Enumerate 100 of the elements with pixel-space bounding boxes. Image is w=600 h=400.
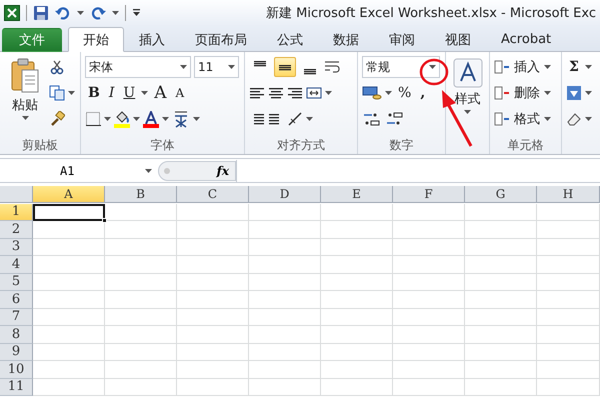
ribbon-tab[interactable]: 插入 [124, 27, 180, 52]
currency-icon[interactable] [362, 85, 382, 101]
column-header[interactable]: A [33, 186, 105, 203]
customize-toolbar-icon[interactable] [132, 8, 141, 18]
caret-icon [112, 11, 119, 15]
format-painter-icon[interactable] [49, 111, 65, 127]
save-icon[interactable] [33, 5, 49, 21]
grid-cell [465, 238, 537, 256]
grow-font-button[interactable]: A [151, 83, 170, 103]
excel-logo-icon[interactable] [4, 5, 20, 21]
column-header[interactable]: D [249, 186, 321, 203]
row-header[interactable]: 3 [0, 238, 33, 256]
grid-cell [321, 361, 393, 378]
fill-bucket-icon[interactable] [114, 110, 130, 124]
group-label: 单元格 [508, 136, 544, 154]
grid-cell [105, 378, 177, 396]
column-header[interactable]: E [321, 186, 393, 203]
grid-cell [249, 204, 321, 221]
ribbon-tab[interactable]: 审阅 [374, 27, 430, 52]
cells-menu-item[interactable]: 格式 [494, 108, 551, 130]
grid-cell [33, 238, 105, 256]
caret-icon [464, 110, 471, 114]
grid-cell [537, 378, 600, 396]
row-header[interactable]: 5 [0, 274, 33, 291]
cells-menu-item[interactable]: 删除 [494, 82, 551, 104]
ribbon-tab[interactable]: 开始 [68, 27, 124, 52]
align-center-icon[interactable] [268, 85, 284, 101]
file-tab[interactable]: 文件 [2, 28, 62, 52]
undo-icon[interactable] [55, 5, 71, 21]
scissors-icon[interactable] [49, 59, 65, 75]
ribbon-tab[interactable]: 页面布局 [180, 27, 262, 52]
grid-cell [177, 204, 249, 221]
grid-cell [177, 291, 249, 308]
paste-button[interactable]: 粘贴 [4, 56, 46, 136]
grid-cell [393, 274, 465, 291]
number-format-select[interactable]: 常规 [362, 56, 440, 78]
underline-button[interactable]: U [120, 85, 138, 101]
ribbon-tab[interactable]: Acrobat [486, 27, 566, 52]
caret-icon [584, 65, 592, 69]
row-header[interactable]: 7 [0, 308, 33, 326]
percent-button[interactable]: % [395, 85, 414, 101]
text-orientation-icon[interactable] [287, 111, 303, 127]
grid-cell [177, 238, 249, 256]
copy-icon[interactable] [49, 85, 65, 101]
grid-cell [105, 344, 177, 361]
column-header[interactable]: F [393, 186, 465, 203]
autosum-button[interactable]: Σ [566, 59, 582, 75]
insert-cells-icon[interactable] [494, 59, 510, 75]
increase-decimal-icon[interactable] [362, 111, 382, 127]
insert-function-bar[interactable]: fx [158, 160, 236, 180]
row-header[interactable]: 9 [0, 344, 33, 361]
merge-cells-icon[interactable] [306, 85, 322, 101]
grid-cell [177, 274, 249, 291]
grid-cell [537, 308, 600, 326]
column-header[interactable]: H [537, 186, 600, 203]
shrink-font-button[interactable]: A [172, 86, 188, 100]
row-header[interactable]: 8 [0, 326, 33, 344]
grid-cell [177, 308, 249, 326]
grid-cell [321, 238, 393, 256]
caret-icon [429, 65, 436, 69]
align-right-icon[interactable] [287, 85, 303, 101]
align-left-icon[interactable] [249, 85, 265, 101]
italic-button[interactable]: I [106, 85, 118, 101]
decrease-decimal-icon[interactable] [385, 111, 405, 127]
delete-cells-icon[interactable] [494, 85, 510, 101]
grid-cell [33, 221, 105, 238]
bold-button[interactable]: B [85, 85, 103, 101]
name-box[interactable]: A1 [0, 160, 158, 182]
row-header[interactable]: 6 [0, 291, 33, 308]
row-header[interactable]: 2 [0, 221, 33, 238]
ribbon-tab[interactable]: 公式 [262, 27, 318, 52]
row-header[interactable]: 1 [0, 204, 33, 221]
font-size-select[interactable]: 11 [194, 56, 239, 78]
redo-icon[interactable] [90, 5, 106, 21]
styles-button[interactable]: 样式 [450, 56, 485, 136]
cells-menu-item[interactable]: 插入 [494, 56, 551, 78]
grid-cell [249, 256, 321, 274]
grid-cell [465, 361, 537, 378]
active-cell[interactable] [33, 204, 105, 221]
row-header[interactable]: 11 [0, 378, 33, 396]
wrap-text-icon[interactable] [324, 59, 340, 75]
format-cells-icon[interactable] [494, 111, 510, 127]
phonetic-guide-icon[interactable] [172, 110, 190, 128]
row-header[interactable]: 10 [0, 361, 33, 378]
eraser-icon[interactable] [566, 111, 582, 127]
ribbon-tab[interactable]: 数据 [318, 27, 374, 52]
column-header[interactable]: B [105, 186, 177, 203]
row-header[interactable]: 4 [0, 256, 33, 274]
column-header[interactable]: C [177, 186, 249, 203]
grid-cell [393, 291, 465, 308]
grid-cell [465, 274, 537, 291]
ribbon-tab[interactable]: 视图 [430, 27, 486, 52]
grid-cell [249, 221, 321, 238]
fill-down-icon[interactable] [566, 85, 582, 101]
column-header[interactable]: G [465, 186, 537, 203]
comma-style-button[interactable]: , [417, 85, 428, 101]
font-color-icon[interactable] [143, 110, 159, 124]
font-name-select[interactable]: 宋体 [85, 56, 191, 78]
borders-icon[interactable] [85, 111, 101, 127]
grid-cell [177, 344, 249, 361]
